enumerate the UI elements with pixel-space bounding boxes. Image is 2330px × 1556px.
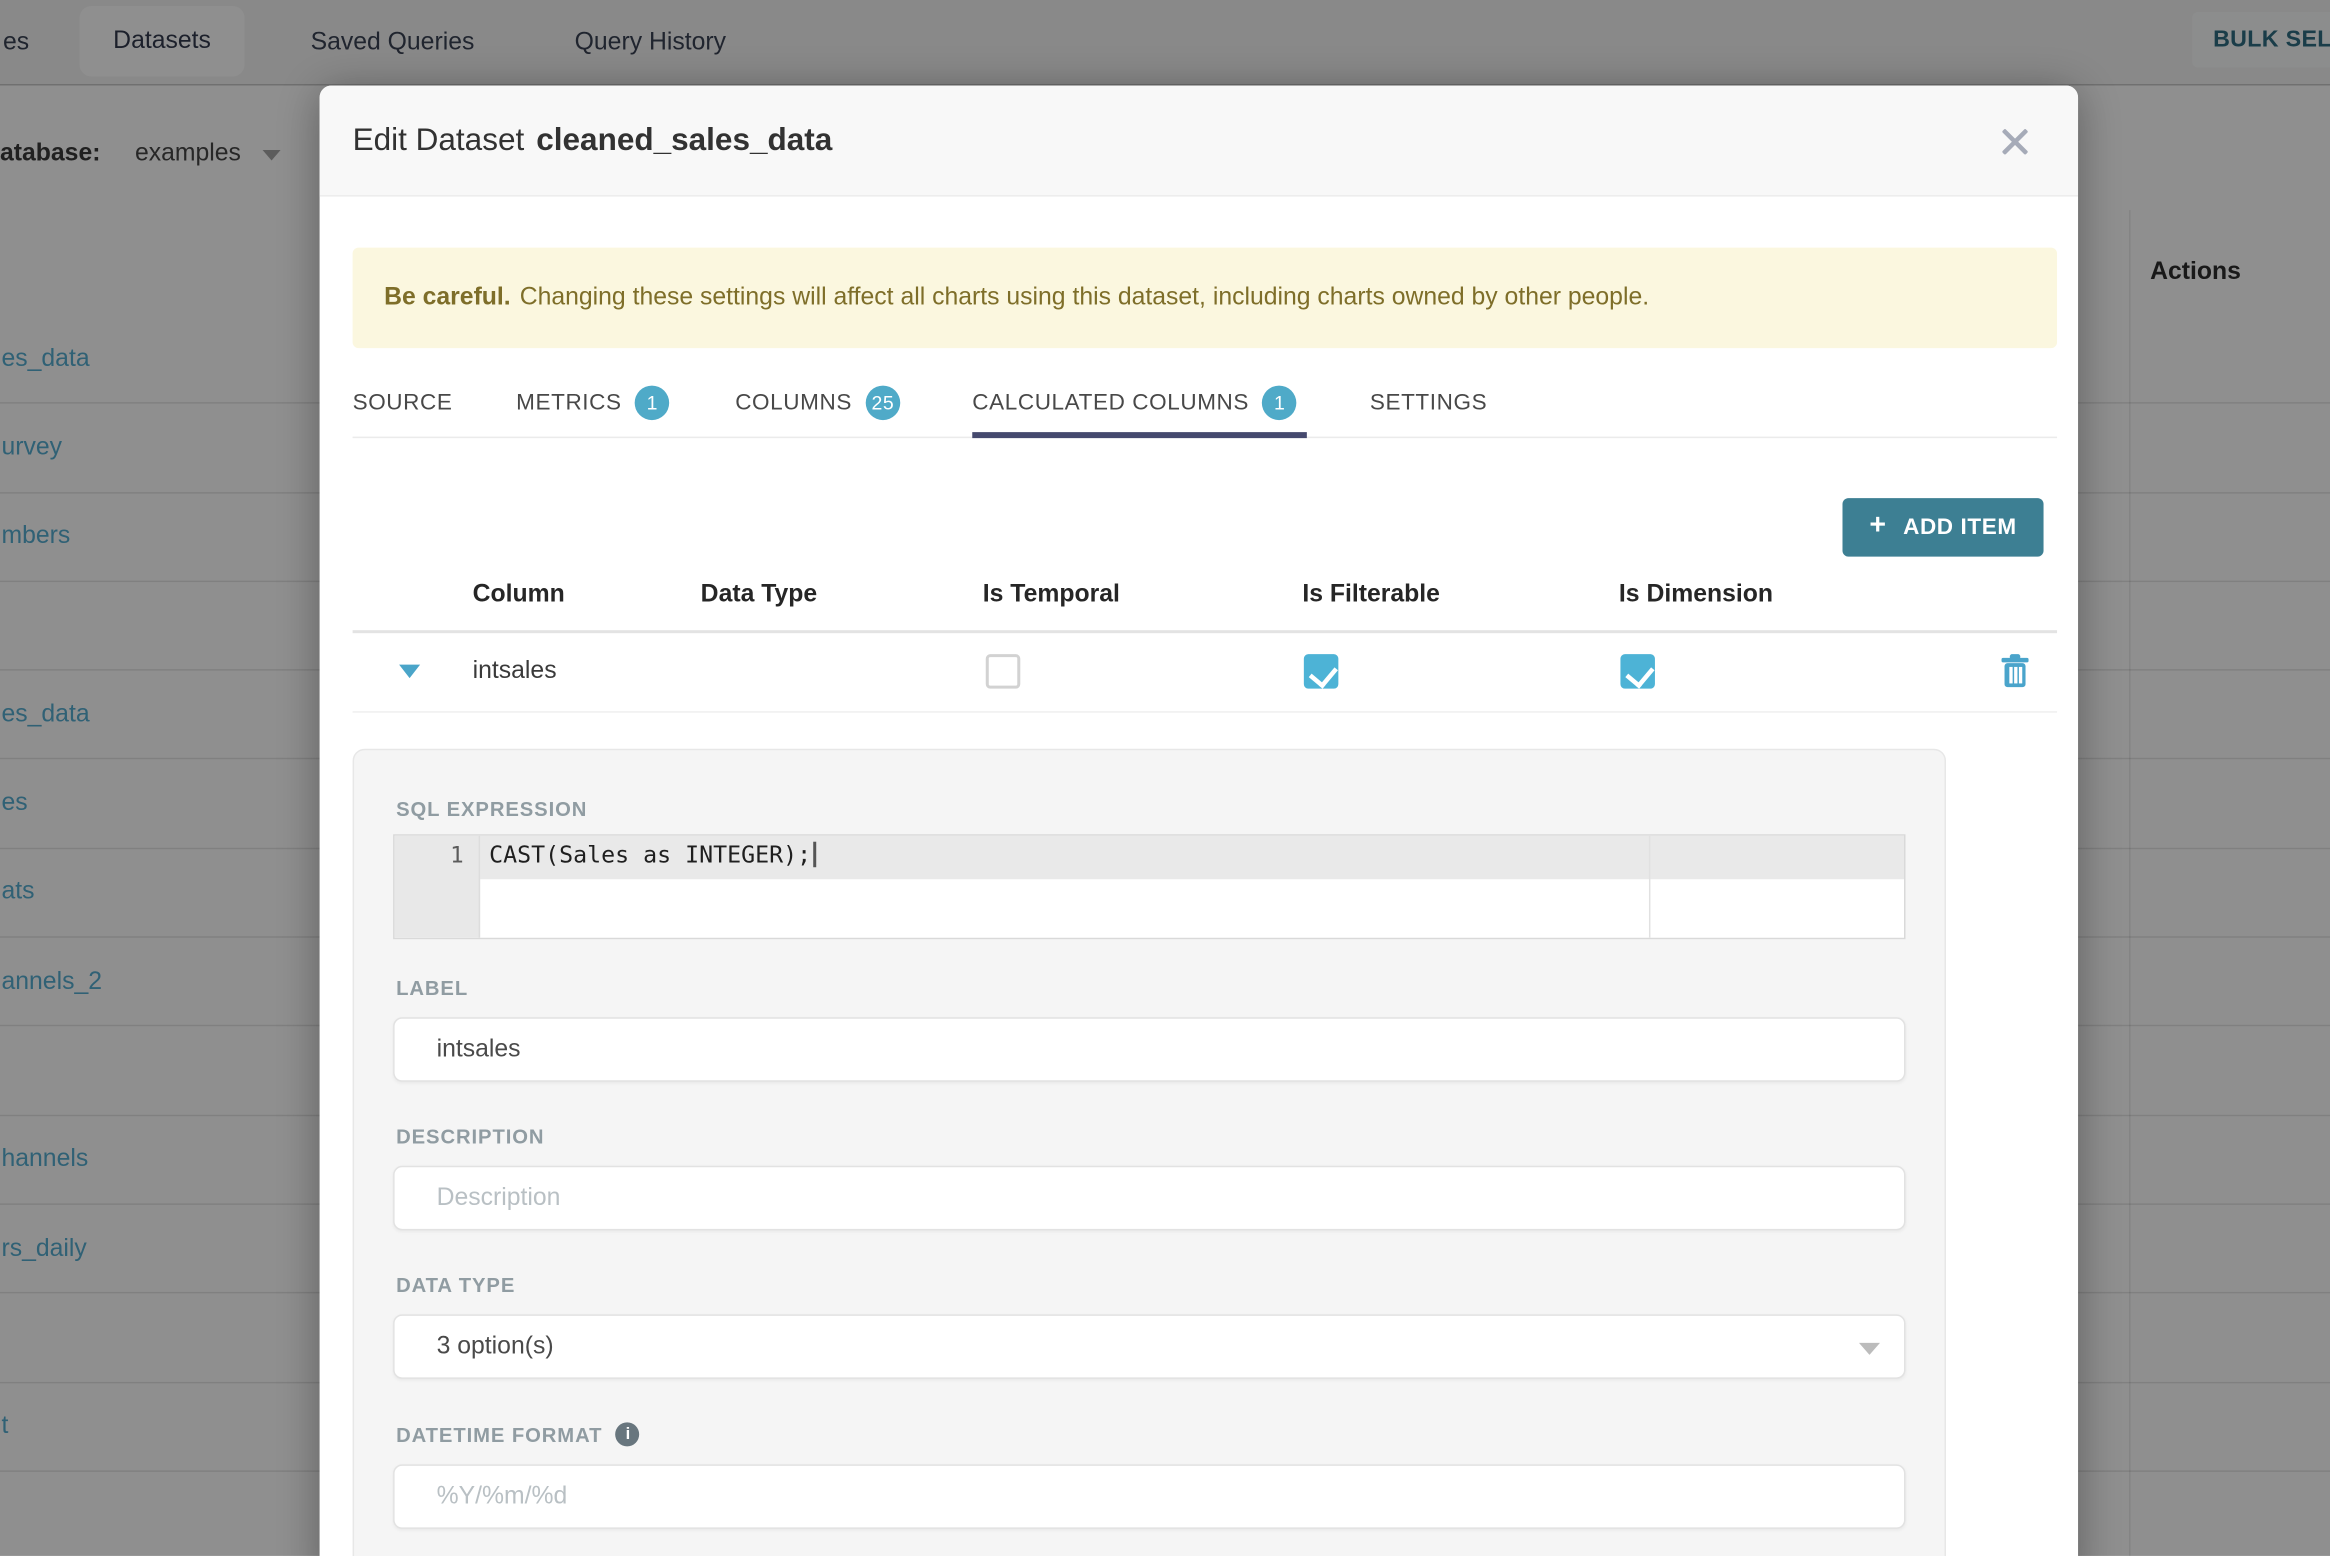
sql-code: CAST(Sales as INTEGER);: [489, 841, 816, 869]
row-expand-caret-icon[interactable]: [399, 664, 421, 679]
data-type-select[interactable]: 3 option(s): [393, 1314, 1906, 1379]
close-icon[interactable]: [1997, 123, 2033, 159]
row-divider: [352, 711, 2058, 713]
label-field-label: LABEL: [396, 976, 469, 1000]
modal-title-prefix: Edit Dataset: [352, 123, 525, 158]
warning-banner: Be careful. Changing these settings will…: [352, 247, 2058, 349]
modal-header: Edit Dataset cleaned_sales_data: [319, 85, 2079, 197]
editor-print-margin: [1648, 835, 1651, 938]
warning-bold: Be careful.: [384, 283, 511, 311]
screenshot-root: es Datasets Saved Queries Query History …: [0, 0, 2330, 1556]
modal-tab-metrics[interactable]: METRICS 1: [516, 380, 670, 425]
data-type-value: 3 option(s): [436, 1332, 554, 1360]
modal-tab-columns[interactable]: COLUMNS 25: [735, 380, 901, 425]
info-icon[interactable]: i: [615, 1422, 640, 1447]
sql-expression-editor[interactable]: 1 CAST(Sales as INTEGER);: [393, 834, 1906, 940]
datetime-format-placeholder: %Y/%m/%d: [436, 1482, 568, 1510]
description-field-label: DESCRIPTION: [396, 1125, 545, 1148]
tab-count-badge: 25: [865, 384, 901, 420]
modal-title-dataset-name: cleaned_sales_data: [536, 123, 833, 158]
modal-tab-calculated-columns[interactable]: CALCULATED COLUMNS 1: [972, 380, 1298, 425]
tab-label: SETTINGS: [1369, 389, 1488, 415]
tab-label: SOURCE: [352, 389, 453, 415]
column-header-data-type: Data Type: [700, 580, 818, 608]
editor-line-number: 1: [450, 841, 464, 869]
data-type-field-label: DATA TYPE: [396, 1273, 516, 1297]
warning-text: Changing these settings will affect all …: [519, 283, 1650, 311]
is-filterable-checkbox[interactable]: [1303, 654, 1339, 689]
modal-tab-source[interactable]: SOURCE: [353, 380, 453, 425]
add-item-label: ADD ITEM: [1903, 514, 2017, 541]
sql-expression-label: SQL EXPRESSION: [396, 798, 588, 821]
label-input[interactable]: intsales: [393, 1017, 1906, 1082]
tab-label: METRICS: [516, 389, 622, 415]
delete-trash-icon[interactable]: [2000, 653, 2030, 689]
calculated-column-detail-panel: SQL EXPRESSION 1 CAST(Sales as INTEGER);…: [352, 748, 1947, 1556]
table-header-divider: [352, 630, 2058, 634]
column-header-is-dimension: Is Dimension: [1618, 580, 1774, 608]
tab-label: CALCULATED COLUMNS: [972, 389, 1250, 415]
is-temporal-checkbox[interactable]: [985, 654, 1021, 689]
select-caret-icon: [1858, 1342, 1881, 1355]
editor-gutter: 1: [394, 835, 481, 938]
active-tab-underline: [972, 432, 1307, 439]
modal-title: Edit Dataset cleaned_sales_data: [353, 86, 833, 197]
text-cursor: [812, 841, 816, 868]
is-dimension-checkbox[interactable]: [1620, 654, 1655, 689]
column-header-is-filterable: Is Filterable: [1302, 580, 1440, 608]
tab-count-badge: 1: [1262, 384, 1298, 420]
modal-tab-settings[interactable]: SETTINGS: [1370, 380, 1487, 425]
tab-count-badge: 1: [635, 384, 670, 420]
description-placeholder: Description: [436, 1183, 561, 1211]
calculated-column-name: intsales: [472, 657, 557, 685]
datetime-format-field-label: DATETIME FORMAT i: [396, 1422, 640, 1447]
add-item-button[interactable]: + ADD ITEM: [1842, 498, 2044, 557]
column-header-is-temporal: Is Temporal: [982, 580, 1120, 608]
tab-label: COLUMNS: [735, 389, 852, 415]
plus-icon: +: [1869, 509, 1887, 541]
datetime-format-input[interactable]: %Y/%m/%d: [393, 1464, 1906, 1529]
edit-dataset-modal: Edit Dataset cleaned_sales_data Be caref…: [319, 85, 2079, 1556]
column-header-column: Column: [472, 580, 565, 608]
description-input[interactable]: Description: [393, 1165, 1906, 1231]
